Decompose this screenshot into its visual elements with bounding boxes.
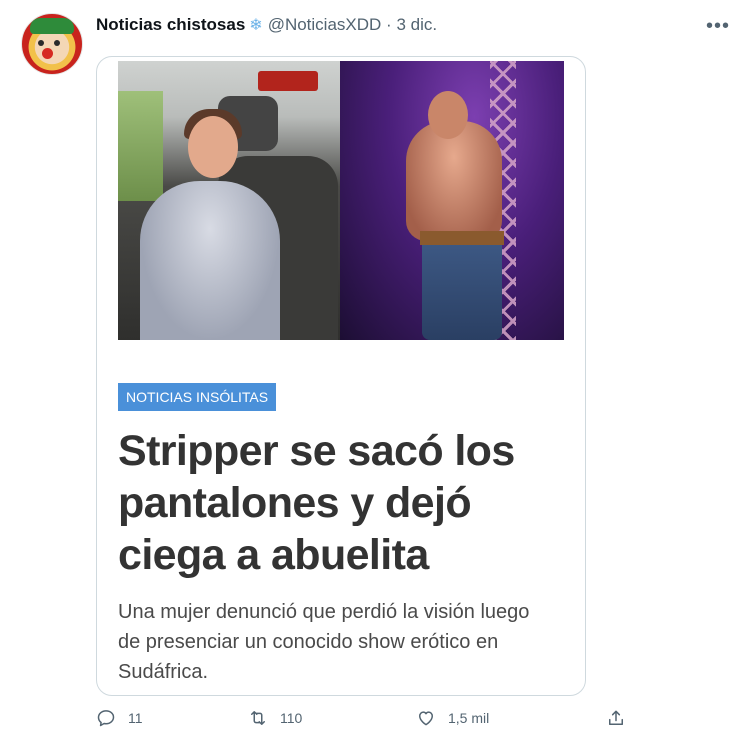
card-image [118, 61, 564, 340]
avatar-eye-right [54, 40, 60, 46]
author-name[interactable]: Noticias chistosas [96, 15, 245, 34]
link-card[interactable]: NOTICIAS INSÓLITAS Stripper se sacó los … [96, 56, 586, 696]
tweet-date[interactable]: 3 dic. [396, 15, 437, 34]
photo-stripper-on-stage [340, 61, 564, 340]
headline-line: pantalones y dejó [118, 479, 472, 527]
retweet-icon [251, 711, 265, 725]
card-headline: Stripper se sacó los pantalones y dejó c… [118, 425, 558, 581]
retweet-button[interactable]: 110 [248, 708, 302, 728]
like-button[interactable]: 1,5 mil [416, 708, 489, 728]
man-belt [420, 231, 504, 245]
tweet-header: Noticias chistosas ❄ @NoticiasXDD · 3 dic. [96, 15, 437, 35]
headline-line: Stripper se sacó los [118, 427, 515, 475]
summary-line: de presenciar un conocido show erótico e… [118, 631, 499, 653]
author-avatar[interactable] [21, 13, 83, 75]
tweet-actions: 11 110 1,5 mil [96, 708, 656, 738]
woman-head [188, 116, 238, 178]
retweet-count: 110 [280, 710, 303, 726]
more-options-icon[interactable]: ••• [706, 15, 730, 38]
woman-body [140, 181, 280, 340]
reply-count: 11 [128, 710, 143, 726]
taxi-sign [258, 71, 318, 91]
separator-dot: · [386, 15, 392, 34]
headline-line: ciega a abuelita [118, 531, 429, 579]
reply-button[interactable]: 11 [96, 708, 143, 728]
photo-woman-in-taxi [118, 61, 340, 340]
card-summary: Una mujer denunció que perdió la visión … [118, 597, 568, 687]
like-count: 1,5 mil [448, 710, 490, 726]
man-legs [422, 236, 502, 340]
summary-line: Una mujer denunció que perdió la visión … [118, 601, 530, 623]
avatar-nose [42, 48, 53, 59]
summary-line: Sudáfrica. [118, 661, 209, 683]
taxi-window [118, 91, 163, 201]
man-torso [406, 121, 502, 241]
avatar-eye-left [38, 40, 44, 46]
share-icon [609, 710, 623, 725]
avatar-hat [30, 18, 74, 34]
author-handle[interactable]: @NoticiasXDD [268, 15, 382, 34]
snowflake-icon: ❄ [249, 17, 263, 34]
category-badge: NOTICIAS INSÓLITAS [118, 383, 277, 411]
man-head [428, 91, 468, 139]
heart-icon [419, 711, 433, 726]
reply-icon [97, 710, 115, 727]
share-button[interactable] [606, 708, 638, 728]
